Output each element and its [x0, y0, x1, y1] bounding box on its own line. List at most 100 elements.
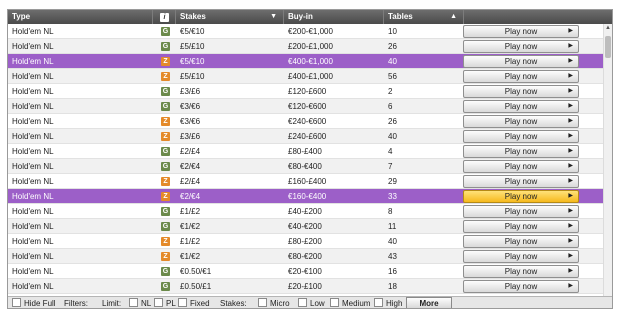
checkbox-box[interactable] — [12, 298, 21, 307]
table-row[interactable]: Hold'em NL G £3/£6 £120-£600 2 Play now ▶ — [8, 84, 604, 99]
play-now-label: Play now — [504, 162, 538, 171]
filter-low-checkbox[interactable]: Low — [298, 297, 325, 308]
column-header-buyin[interactable]: Buy-in — [284, 10, 384, 24]
play-now-button[interactable]: Play now ▶ — [463, 40, 579, 53]
game-table-icon: G — [161, 282, 170, 291]
play-now-label: Play now — [504, 57, 538, 66]
row-stakes: £0.50/£1 — [180, 282, 212, 291]
play-now-button[interactable]: Play now ▶ — [463, 220, 579, 233]
play-now-button[interactable]: Play now ▶ — [463, 280, 579, 293]
row-stakes: €5/€10 — [180, 27, 205, 36]
column-header-type[interactable]: Type — [8, 10, 153, 24]
checkbox-box[interactable] — [129, 298, 138, 307]
play-arrow-icon: ▶ — [568, 148, 573, 154]
row-tables: 40 — [388, 57, 397, 66]
row-tables: 33 — [388, 192, 397, 201]
column-header-tables[interactable]: Tables ▲ — [384, 10, 464, 24]
play-now-button[interactable]: Play now ▶ — [463, 160, 579, 173]
play-now-button[interactable]: Play now ▶ — [463, 130, 579, 143]
play-now-button[interactable]: Play now ▶ — [463, 100, 579, 113]
play-now-label: Play now — [504, 27, 538, 36]
filter-medium-checkbox[interactable]: Medium — [330, 297, 370, 308]
column-header-game-info[interactable]: i — [153, 10, 176, 24]
row-stakes: £2/£4 — [180, 177, 201, 186]
hide-full-checkbox[interactable]: Hide Full — [12, 297, 56, 308]
game-table-icon: G — [161, 102, 170, 111]
table-row[interactable]: Hold'em NL Z £1/£2 £80-£200 40 Play now ▶ — [8, 234, 604, 249]
play-now-button[interactable]: Play now ▶ — [463, 115, 579, 128]
play-now-button[interactable]: Play now ▶ — [463, 25, 579, 38]
play-arrow-icon: ▶ — [568, 58, 573, 64]
row-tables: 40 — [388, 132, 397, 141]
play-now-button[interactable]: Play now ▶ — [463, 190, 579, 203]
filter-nl-checkbox[interactable]: NL — [129, 297, 151, 308]
play-now-button[interactable]: Play now ▶ — [463, 265, 579, 278]
checkbox-box[interactable] — [298, 298, 307, 307]
filter-bar: Hide Full Filters: Limit: NL PL Fixed St… — [8, 296, 612, 308]
checkbox-box[interactable] — [330, 298, 339, 307]
play-arrow-icon: ▶ — [568, 283, 573, 289]
vertical-scrollbar[interactable]: ▲ — [603, 24, 612, 296]
row-type: Hold'em NL — [12, 87, 54, 96]
table-row[interactable]: Hold'em NL G €1/€2 €40-€200 11 Play now ▶ — [8, 219, 604, 234]
filter-micro-checkbox[interactable]: Micro — [258, 297, 290, 308]
checkbox-box[interactable] — [154, 298, 163, 307]
table-row[interactable]: Hold'em NL Z €5/€10 €400-€1,000 40 Play now ▶ — [8, 54, 604, 69]
play-now-button[interactable]: Play now ▶ — [463, 70, 579, 83]
play-now-button[interactable]: Play now ▶ — [463, 175, 579, 188]
play-now-button[interactable]: Play now ▶ — [463, 250, 579, 263]
row-type: Hold'em NL — [12, 42, 54, 51]
table-row[interactable]: Hold'em NL G €0.50/€1 €20-€100 16 Play now ▶ — [8, 264, 604, 279]
table-row[interactable]: Hold'em NL Z £5/£10 £400-£1,000 56 Play now ▶ — [8, 69, 604, 84]
row-stakes: £3/£6 — [180, 87, 201, 96]
table-row[interactable]: Hold'em NL G £2/£4 £80-£400 4 Play now ▶ — [8, 144, 604, 159]
play-now-button[interactable]: Play now ▶ — [463, 55, 579, 68]
table-row[interactable]: Hold'em NL Z £3/£6 £240-£600 40 Play now ▶ — [8, 129, 604, 144]
table-row[interactable]: Hold'em NL G €2/€4 €80-€400 7 Play now ▶ — [8, 159, 604, 174]
play-now-button[interactable]: Play now ▶ — [463, 145, 579, 158]
checkbox-box[interactable] — [374, 298, 383, 307]
play-arrow-icon: ▶ — [568, 88, 573, 94]
game-table-icon: G — [161, 162, 170, 171]
play-arrow-icon: ▶ — [568, 28, 573, 34]
table-row[interactable]: Hold'em NL G £1/£2 £40-£200 8 Play now ▶ — [8, 204, 604, 219]
info-icon: i — [160, 13, 169, 22]
play-now-label: Play now — [504, 87, 538, 96]
game-table-icon: G — [161, 267, 170, 276]
row-stakes: €2/€4 — [180, 162, 201, 171]
table-row[interactable]: Hold'em NL G €5/€10 €200-€1,000 10 Play now ▶ — [8, 24, 604, 39]
table-row[interactable]: Hold'em NL G £5/£10 £200-£1,000 26 Play now ▶ — [8, 39, 604, 54]
play-now-button[interactable]: Play now ▶ — [463, 205, 579, 218]
scroll-up-icon[interactable]: ▲ — [604, 25, 612, 31]
checkbox-box[interactable] — [178, 298, 187, 307]
row-buyin: £400-£1,000 — [288, 72, 333, 81]
row-type: Hold'em NL — [12, 57, 54, 66]
row-buyin: £160-£400 — [288, 177, 327, 186]
play-now-label: Play now — [504, 282, 538, 291]
table-row[interactable]: Hold'em NL Z £2/£4 £160-£400 29 Play now ▶ — [8, 174, 604, 189]
row-type: Hold'em NL — [12, 192, 54, 201]
zone-poker-icon: Z — [161, 252, 170, 261]
filter-pl-checkbox[interactable]: PL — [154, 297, 176, 308]
table-row[interactable]: Hold'em NL Z €1/€2 €80-€200 43 Play now ▶ — [8, 249, 604, 264]
scroll-thumb[interactable] — [605, 36, 611, 58]
column-header-stakes[interactable]: Stakes ▼ — [176, 10, 284, 24]
play-arrow-icon: ▶ — [568, 238, 573, 244]
play-arrow-icon: ▶ — [568, 43, 573, 49]
filter-fixed-checkbox[interactable]: Fixed — [178, 297, 210, 308]
table-row[interactable]: Hold'em NL G £0.50/£1 £20-£100 18 Play now ▶ — [8, 279, 604, 294]
stakes-label: Stakes: — [220, 299, 247, 308]
row-buyin: €40-€200 — [288, 222, 322, 231]
game-table-icon: G — [161, 222, 170, 231]
zone-poker-icon: Z — [161, 177, 170, 186]
play-now-button[interactable]: Play now ▶ — [463, 85, 579, 98]
table-row[interactable]: Hold'em NL Z €3/€6 €240-€600 26 Play now ▶ — [8, 114, 604, 129]
table-row[interactable]: Hold'em NL Z €2/€4 €160-€400 33 Play now ▶ — [8, 189, 604, 204]
more-filters-button[interactable]: More — [406, 297, 452, 308]
table-row[interactable]: Hold'em NL G €3/€6 €120-€600 6 Play now ▶ — [8, 99, 604, 114]
row-buyin: €240-€600 — [288, 117, 327, 126]
play-now-button[interactable]: Play now ▶ — [463, 235, 579, 248]
checkbox-box[interactable] — [258, 298, 267, 307]
play-arrow-icon: ▶ — [568, 73, 573, 79]
filter-high-checkbox[interactable]: High — [374, 297, 402, 308]
